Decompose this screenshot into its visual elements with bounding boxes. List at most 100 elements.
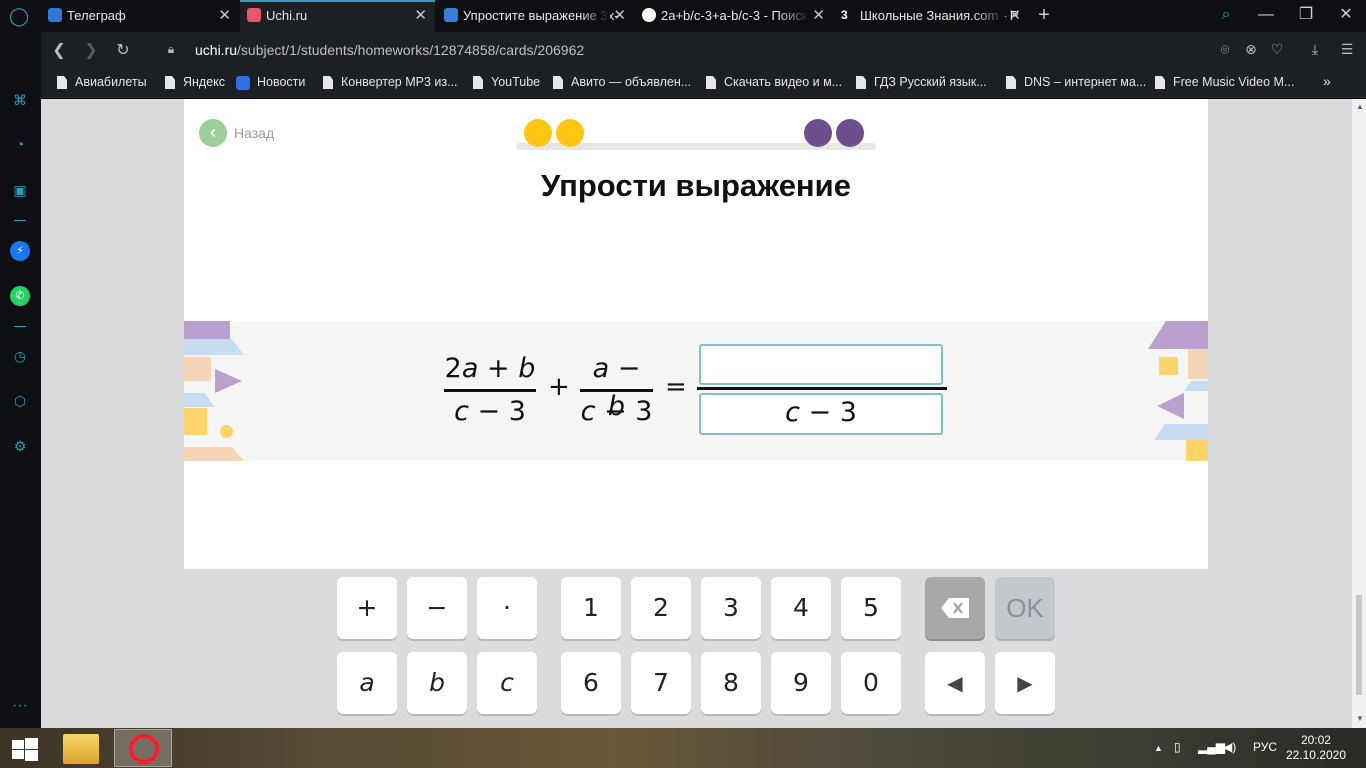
cursor-right-key[interactable]: ▶	[995, 652, 1055, 714]
key-c[interactable]: c	[477, 652, 537, 714]
answer-denominator-input[interactable]: c − 3	[699, 393, 943, 435]
settings-gear-icon[interactable]: ⚙	[10, 436, 30, 456]
file-explorer-icon[interactable]	[63, 734, 99, 764]
key-multiply[interactable]: ·	[477, 577, 537, 639]
bookmark-item[interactable]: YouTube	[473, 75, 540, 89]
network-signal-icon[interactable]: ▂▄▆	[1198, 740, 1225, 754]
opera-logo-icon[interactable]: ◯	[9, 6, 29, 26]
bookmark-item[interactable]: Конвертер MP3 из...	[323, 75, 458, 89]
key-8[interactable]: 8	[701, 652, 761, 714]
key-minus[interactable]: −	[407, 577, 467, 639]
clock-date: 22.10.2020	[1285, 748, 1346, 762]
bookmark-item[interactable]: Скачать видео и м...	[706, 75, 842, 89]
answer-numerator-input[interactable]	[699, 344, 943, 385]
bookmark-item[interactable]: Авито — объявлен...	[553, 75, 691, 89]
easy-setup-icon[interactable]: ☰	[1337, 41, 1357, 58]
bookmark-label: Конвертер MP3 из...	[341, 75, 458, 89]
fraction-1: 2a + b c − 3	[444, 350, 536, 431]
key-7[interactable]: 7	[631, 652, 691, 714]
vertical-scrollbar[interactable]: ▲ ▼	[1352, 99, 1366, 728]
history-icon[interactable]: ◷	[10, 346, 30, 366]
tab-simplify-question[interactable]: Упростите выражение 3x- ✕	[437, 0, 634, 32]
tab-znanija[interactable]: 3 Школьные Знания.com - Р ✕	[834, 0, 1029, 32]
key-1[interactable]: 1	[561, 577, 621, 639]
more-bookmarks-icon[interactable]: »	[1323, 73, 1331, 89]
cube-icon[interactable]: ⬡	[10, 391, 30, 411]
tab-uchi[interactable]: Uchi.ru ✕	[240, 0, 435, 32]
task-title: Упрости выражение	[541, 168, 851, 203]
key-4[interactable]: 4	[771, 577, 831, 639]
fraction-2-numerator: a − b	[592, 353, 641, 422]
sidebar-divider	[14, 220, 26, 221]
bookmark-item[interactable]: ГДЗ Русский язык...	[856, 75, 987, 89]
restore-icon[interactable]: ❐	[1286, 0, 1326, 32]
back-arrow-icon[interactable]: ❮	[49, 40, 69, 60]
speedometer-icon[interactable]: ◔	[10, 134, 30, 154]
reload-icon[interactable]: ↻	[113, 40, 133, 60]
page-icon	[1006, 76, 1016, 89]
close-tab-icon[interactable]: ✕	[1008, 0, 1021, 32]
google-favicon-icon	[642, 8, 656, 22]
more-dots-icon[interactable]: ···	[10, 696, 30, 716]
key-3[interactable]: 3	[701, 577, 761, 639]
decor-shape	[1188, 349, 1208, 379]
download-icon[interactable]: ⤓	[1305, 41, 1325, 58]
close-tab-icon[interactable]: ✕	[414, 2, 427, 30]
page-icon	[57, 76, 67, 89]
key-6[interactable]: 6	[561, 652, 621, 714]
decor-shape	[184, 393, 214, 407]
close-tab-icon[interactable]: ✕	[218, 0, 231, 32]
adblock-icon[interactable]: ⊗	[1241, 41, 1261, 58]
new-tab-button[interactable]: +	[1024, 0, 1064, 32]
tab-google-search[interactable]: 2a+b/c-3+a-b/c-3 - Поиск ✕	[635, 0, 833, 32]
close-window-icon[interactable]: ✕	[1326, 0, 1366, 32]
show-hidden-icons-icon[interactable]: ▲	[1154, 743, 1163, 753]
messenger-icon[interactable]: ⚡	[10, 241, 30, 261]
close-tab-icon[interactable]: ✕	[613, 0, 626, 32]
windows-taskbar: ▲ ▯ ▂▄▆ ◀) РУС 20:02 22.10.2020	[0, 728, 1366, 768]
znanija-favicon-icon: 3	[841, 8, 848, 22]
bookmark-item[interactable]: Яндекс	[165, 75, 225, 89]
whatsapp-icon[interactable]: ✆	[10, 286, 30, 306]
clock[interactable]: 20:02 22.10.2020	[1286, 733, 1346, 763]
camera-icon[interactable]: ⌾	[1215, 41, 1235, 58]
url-field[interactable]: uchi.ru/subject/1/students/homeworks/128…	[195, 42, 584, 58]
minimize-icon[interactable]: —	[1246, 0, 1286, 32]
search-tabs-icon[interactable]: ⌕	[1206, 0, 1246, 32]
bookmark-item[interactable]: Авиабилеты	[57, 75, 147, 89]
key-2[interactable]: 2	[631, 577, 691, 639]
tab-telegraph[interactable]: Телеграф ✕	[41, 0, 239, 32]
tab-strip: ◯ Телеграф ✕ Uchi.ru ✕ Упростите выражен…	[0, 0, 1366, 32]
scroll-down-icon[interactable]: ▼	[1356, 714, 1364, 723]
key-plus[interactable]: +	[337, 577, 397, 639]
backspace-key[interactable]	[925, 577, 985, 639]
key-9[interactable]: 9	[771, 652, 831, 714]
scroll-thumb[interactable]	[1356, 595, 1362, 695]
gamepad-icon[interactable]: ⌘	[10, 90, 30, 110]
battery-icon[interactable]: ▯	[1174, 740, 1181, 754]
scroll-up-icon[interactable]: ▲	[1356, 102, 1364, 111]
heart-icon[interactable]: ♡	[1267, 41, 1287, 58]
close-tab-icon[interactable]: ✕	[812, 0, 825, 32]
forward-arrow-icon[interactable]: ❯	[81, 40, 101, 60]
twitch-icon[interactable]: ▣	[10, 180, 30, 200]
key-5[interactable]: 5	[841, 577, 901, 639]
bookmark-item[interactable]: DNS – интернет ма...	[1006, 75, 1146, 89]
key-a[interactable]: a	[337, 652, 397, 714]
decor-triangle	[1157, 393, 1184, 419]
progress-dot	[524, 119, 552, 147]
bookmark-item[interactable]: Новости	[236, 75, 305, 90]
key-0[interactable]: 0	[841, 652, 901, 714]
decor-shape	[1154, 424, 1208, 440]
cursor-left-key[interactable]: ◀	[925, 652, 985, 714]
language-indicator[interactable]: РУС	[1253, 740, 1277, 754]
key-b[interactable]: b	[407, 652, 467, 714]
decor-shape	[184, 321, 230, 339]
bookmark-item[interactable]: Free Music Video M...	[1155, 75, 1294, 89]
opera-taskbar-button[interactable]	[114, 729, 172, 767]
fraction-2: a − b c − 3	[580, 350, 653, 431]
page-icon	[706, 76, 716, 89]
ok-button[interactable]: OK	[995, 577, 1055, 639]
volume-icon[interactable]: ◀)	[1223, 740, 1236, 754]
windows-start-icon[interactable]	[12, 738, 38, 761]
